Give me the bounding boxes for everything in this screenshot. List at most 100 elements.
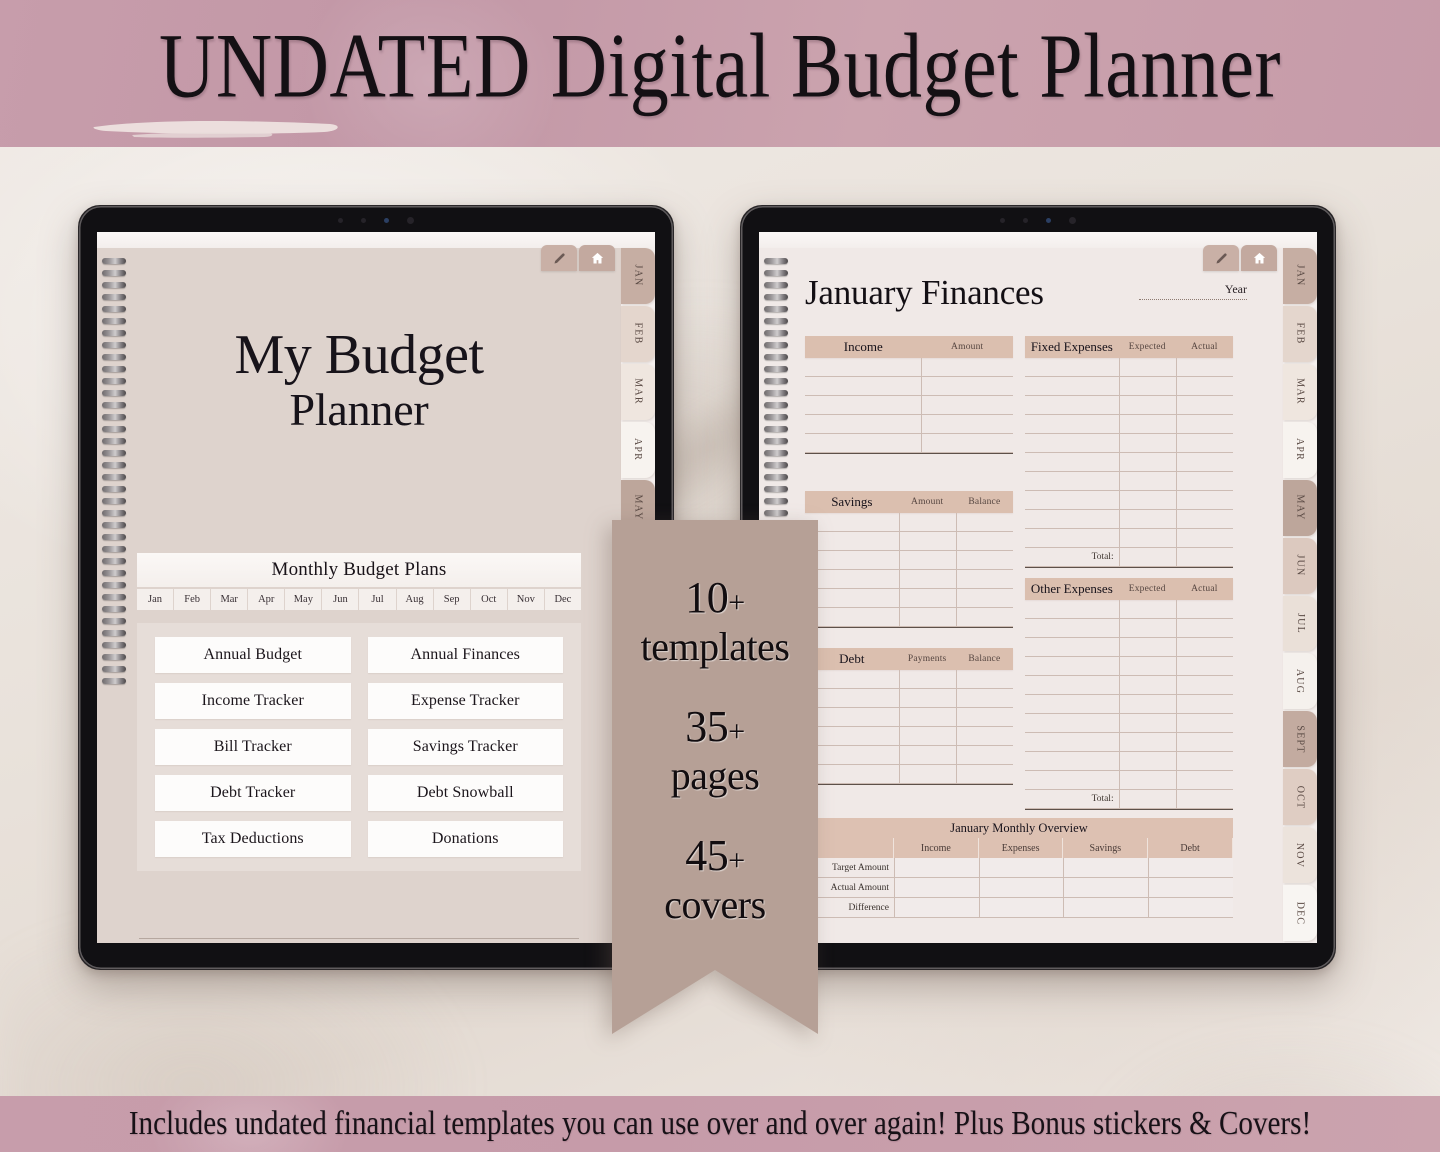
table-row[interactable] xyxy=(805,415,1013,434)
table-row[interactable] xyxy=(805,670,1013,689)
budget-month-apr[interactable]: Apr xyxy=(248,589,286,610)
month-tab-feb[interactable]: FEB xyxy=(1283,305,1317,362)
planner-button-income-tracker[interactable]: Income Tracker xyxy=(155,683,351,719)
pencil-icon[interactable] xyxy=(1203,245,1239,271)
table-row[interactable] xyxy=(805,689,1013,708)
month-tab-may[interactable]: MAY xyxy=(1283,479,1317,536)
month-tab-aug[interactable]: AUG xyxy=(1283,653,1317,710)
table-row[interactable] xyxy=(1025,453,1233,472)
month-tab-jul[interactable]: JUL xyxy=(1283,595,1317,652)
table-body[interactable] xyxy=(1025,358,1233,548)
table-row[interactable] xyxy=(1025,695,1233,714)
table-row[interactable] xyxy=(805,727,1013,746)
month-tab-dec[interactable]: DEC xyxy=(1283,885,1317,942)
table-row[interactable] xyxy=(805,589,1013,608)
planner-button-debt-snowball[interactable]: Debt Snowball xyxy=(367,775,563,811)
table-row[interactable] xyxy=(1025,377,1233,396)
budget-month-feb[interactable]: Feb xyxy=(174,589,212,610)
table-row[interactable] xyxy=(805,434,1013,453)
planner-button-debt-tracker[interactable]: Debt Tracker xyxy=(155,775,351,811)
table-row[interactable] xyxy=(1025,529,1233,548)
planner-button-annual-finances[interactable]: Annual Finances xyxy=(367,637,563,673)
month-tab-mar[interactable]: MAR xyxy=(621,363,655,420)
month-tab-apr[interactable]: APR xyxy=(621,421,655,478)
table-row[interactable] xyxy=(805,708,1013,727)
budget-month-sep[interactable]: Sep xyxy=(433,589,471,610)
home-icon[interactable] xyxy=(1241,245,1277,271)
table-row[interactable] xyxy=(1025,491,1233,510)
month-tab-nov[interactable]: NOV xyxy=(1283,827,1317,884)
year-field[interactable]: Year xyxy=(1139,282,1247,300)
table-row[interactable] xyxy=(805,358,1013,377)
table-row[interactable] xyxy=(1025,434,1233,453)
table-row[interactable] xyxy=(1025,638,1233,657)
table-row[interactable] xyxy=(805,551,1013,570)
overview-cell[interactable] xyxy=(978,878,1064,898)
table-total-cell[interactable] xyxy=(1118,790,1176,808)
table-row[interactable] xyxy=(1025,358,1233,377)
budget-month-nov[interactable]: Nov xyxy=(507,589,545,610)
overview-cell[interactable] xyxy=(893,878,979,898)
overview-cell[interactable] xyxy=(893,858,979,878)
table-body[interactable] xyxy=(805,358,1013,453)
table-total-cell[interactable] xyxy=(1175,790,1233,808)
overview-cell[interactable] xyxy=(1148,898,1233,918)
table-row[interactable] xyxy=(805,608,1013,627)
table-row[interactable] xyxy=(805,532,1013,551)
table-row[interactable] xyxy=(1025,733,1233,752)
table-row[interactable] xyxy=(1025,676,1233,695)
table-row[interactable] xyxy=(805,570,1013,589)
table-row[interactable] xyxy=(1025,415,1233,434)
table-row[interactable] xyxy=(1025,619,1233,638)
budget-month-mar[interactable]: Mar xyxy=(211,589,249,610)
overview-cell[interactable] xyxy=(1148,858,1233,878)
budget-month-jul[interactable]: Jul xyxy=(359,589,397,610)
table-row[interactable] xyxy=(1025,752,1233,771)
table-row[interactable] xyxy=(805,396,1013,415)
table-row[interactable] xyxy=(1025,771,1233,790)
table-body[interactable] xyxy=(805,513,1013,627)
planner-button-bill-tracker[interactable]: Bill Tracker xyxy=(155,729,351,765)
year-input-line[interactable] xyxy=(1139,299,1247,300)
table-row[interactable] xyxy=(805,765,1013,784)
right-toolbar[interactable] xyxy=(1203,245,1277,271)
month-tab-sept[interactable]: SEPT xyxy=(1283,711,1317,768)
planner-button-expense-tracker[interactable]: Expense Tracker xyxy=(367,683,563,719)
budget-month-aug[interactable]: Aug xyxy=(396,589,434,610)
table-row[interactable] xyxy=(805,513,1013,532)
budget-month-jan[interactable]: Jan xyxy=(137,589,175,610)
month-tab-jan[interactable]: JAN xyxy=(1283,248,1317,304)
home-icon[interactable] xyxy=(579,245,615,271)
overview-cell[interactable] xyxy=(978,898,1064,918)
planner-button-annual-budget[interactable]: Annual Budget xyxy=(155,637,351,673)
budget-month-jun[interactable]: Jun xyxy=(322,589,360,610)
budget-month-may[interactable]: May xyxy=(285,589,323,610)
table-row[interactable] xyxy=(1025,714,1233,733)
month-tab-mar[interactable]: MAR xyxy=(1283,363,1317,420)
planner-button-tax-deductions[interactable]: Tax Deductions xyxy=(155,821,351,857)
monthly-budget-plans-month-row[interactable]: Jan Feb Mar Apr May Jun Jul Aug Sep Oct Nov Dec xyxy=(137,589,581,610)
table-row[interactable] xyxy=(1025,600,1233,619)
table-body[interactable] xyxy=(1025,600,1233,790)
right-month-tabs[interactable]: JAN FEB MAR APR MAY JUN JUL AUG SEPT OCT NOV DEC xyxy=(1283,248,1317,943)
planner-button-donations[interactable]: Donations xyxy=(367,821,563,857)
overview-cell[interactable] xyxy=(893,898,979,918)
table-row[interactable] xyxy=(1025,396,1233,415)
table-row[interactable] xyxy=(1025,472,1233,491)
pencil-icon[interactable] xyxy=(541,245,577,271)
left-toolbar[interactable] xyxy=(541,245,615,271)
month-tab-feb[interactable]: FEB xyxy=(621,305,655,362)
table-total-cell[interactable] xyxy=(1118,548,1176,566)
month-tab-apr[interactable]: APR xyxy=(1283,421,1317,478)
overview-cell[interactable] xyxy=(1063,858,1149,878)
overview-cell[interactable] xyxy=(1148,878,1233,898)
budget-month-dec[interactable]: Dec xyxy=(544,589,581,610)
table-row[interactable] xyxy=(1025,510,1233,529)
month-tab-oct[interactable]: OCT xyxy=(1283,769,1317,826)
month-tab-jan[interactable]: JAN xyxy=(621,248,655,304)
table-total-cell[interactable] xyxy=(1175,548,1233,566)
table-row[interactable] xyxy=(1025,657,1233,676)
table-row[interactable] xyxy=(805,746,1013,765)
overview-cell[interactable] xyxy=(978,858,1064,878)
overview-cell[interactable] xyxy=(1063,878,1149,898)
